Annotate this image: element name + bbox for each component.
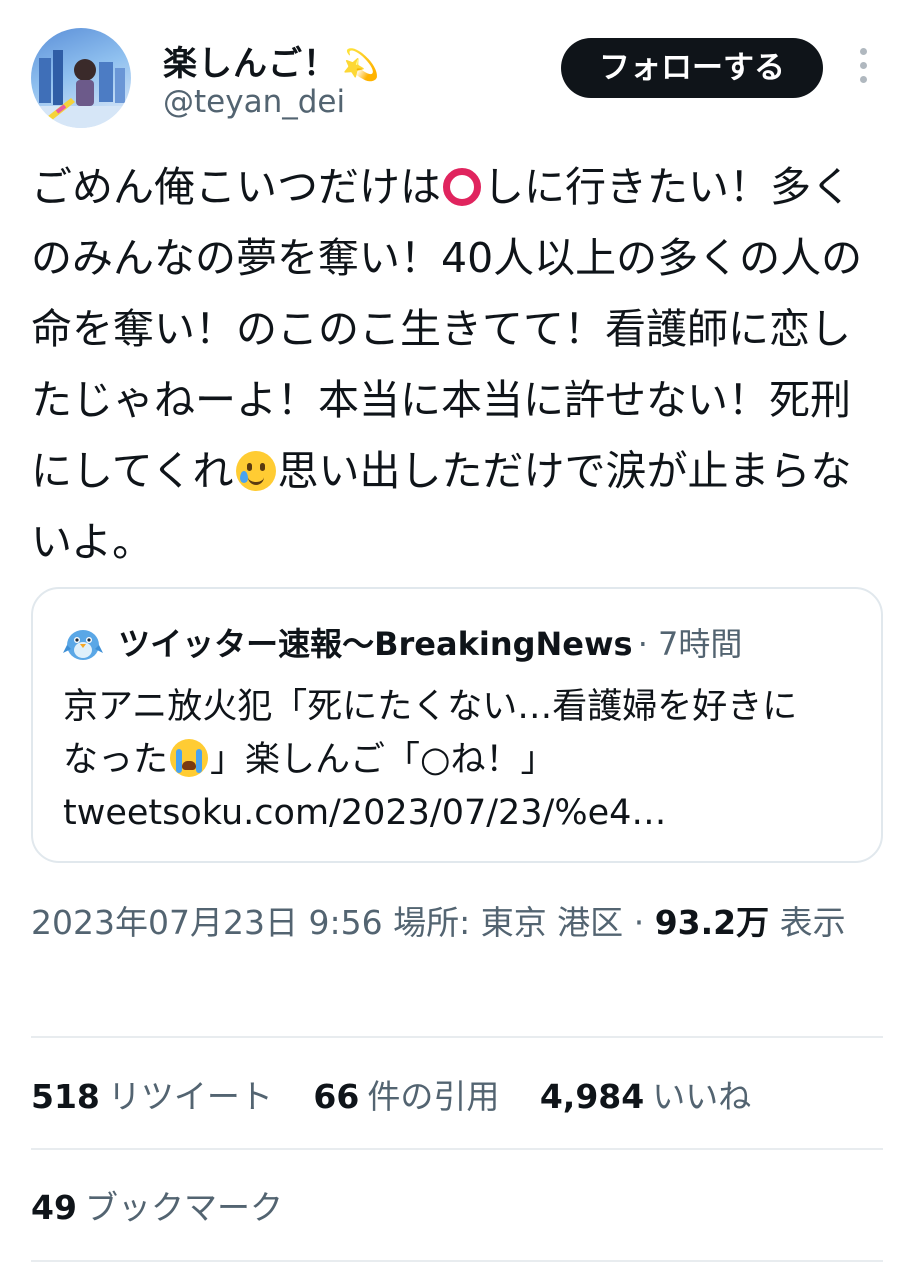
display-name[interactable]: 楽しんご！ 💫 <box>163 36 380 85</box>
divider <box>31 1260 883 1262</box>
quoted-link-url[interactable]: tweetsoku.com/2023/07/23/%e4… <box>63 787 863 840</box>
quoted-text-line1: 京アニ放火犯「死にたくない…看護婦を好きに <box>63 687 798 727</box>
quoted-tweet-header: ツイッター速報〜BreakingNews · 7時間 <box>63 619 742 663</box>
more-options-icon[interactable] <box>852 48 874 88</box>
retweets-count: 518 <box>31 1077 100 1116</box>
avatar-illustration <box>31 50 131 128</box>
quoted-account-name: ツイッター速報〜BreakingNews <box>118 625 633 663</box>
bookmarks-label: ブックマーク <box>84 1188 283 1227</box>
tweet-text-part2: しに行きたい！多くのみんなの夢を奪い！40人以上の多くの人の命を奪い！のこのこ生… <box>31 163 863 495</box>
meta-separator: · <box>633 903 645 942</box>
dizzy-sparkle-icon: 💫 <box>342 48 381 83</box>
views-count: 93.2万 <box>654 903 770 942</box>
tweet-location[interactable]: 東京 港区 <box>481 903 624 942</box>
engagement-stats: 518 リツイート 66 件の引用 4,984 いいね <box>31 1067 781 1127</box>
bookmarks-stat[interactable]: 49 ブックマーク <box>31 1178 283 1238</box>
user-handle[interactable]: @teyan_dei <box>163 84 345 120</box>
quoted-tweet-card[interactable]: ツイッター速報〜BreakingNews · 7時間 京アニ放火犯「死にたくない… <box>31 587 883 863</box>
quoted-text-line2-part1: なった <box>63 740 169 780</box>
blue-bird-icon <box>63 630 103 660</box>
likes-stat[interactable]: 4,984 いいね <box>540 1067 751 1127</box>
divider <box>31 1036 883 1038</box>
tweet-header: 楽しんご！ 💫 @teyan_dei フォローする <box>0 0 914 140</box>
tweet-text-part1: ごめん俺こいつだけは <box>31 163 441 211</box>
quotes-stat[interactable]: 66 件の引用 <box>313 1067 499 1127</box>
display-name-text: 楽しんご！ <box>163 44 338 84</box>
avatar[interactable] <box>31 28 131 128</box>
quoted-text-line2-part2: 」楽しんご「○ね！」 <box>210 740 556 780</box>
follow-button[interactable]: フォローする <box>561 38 823 98</box>
divider <box>31 1148 883 1150</box>
retweets-stat[interactable]: 518 リツイート <box>31 1067 273 1127</box>
quotes-label: 件の引用 <box>367 1077 500 1116</box>
quotes-count: 66 <box>313 1077 360 1116</box>
tweet-meta: 2023年07月23日 9:56 場所: 東京 港区 · 93.2万 表示 <box>31 894 881 952</box>
location-label: 場所: <box>393 903 471 942</box>
quoted-tweet-time: · 7時間 <box>637 625 743 663</box>
smiling-face-with-tear-icon <box>235 451 276 491</box>
tweet-text: ごめん俺こいつだけは しに行きたい！多くのみんなの夢を奪い！40人以上の多くの人の… <box>31 152 881 578</box>
bookmarks-count: 49 <box>31 1188 77 1227</box>
likes-label: いいね <box>652 1077 752 1116</box>
quoted-tweet-body: 京アニ放火犯「死にたくない…看護婦を好きに なった 」楽しんご「○ね！」 twee… <box>63 681 863 840</box>
red-hollow-circle-icon <box>443 168 481 206</box>
retweets-label: リツイート <box>107 1077 273 1116</box>
loudly-crying-face-icon <box>170 739 209 777</box>
likes-count: 4,984 <box>539 1077 645 1116</box>
tweet-datetime[interactable]: 2023年07月23日 9:56 <box>31 903 383 942</box>
views-label: 表示 <box>779 903 846 942</box>
